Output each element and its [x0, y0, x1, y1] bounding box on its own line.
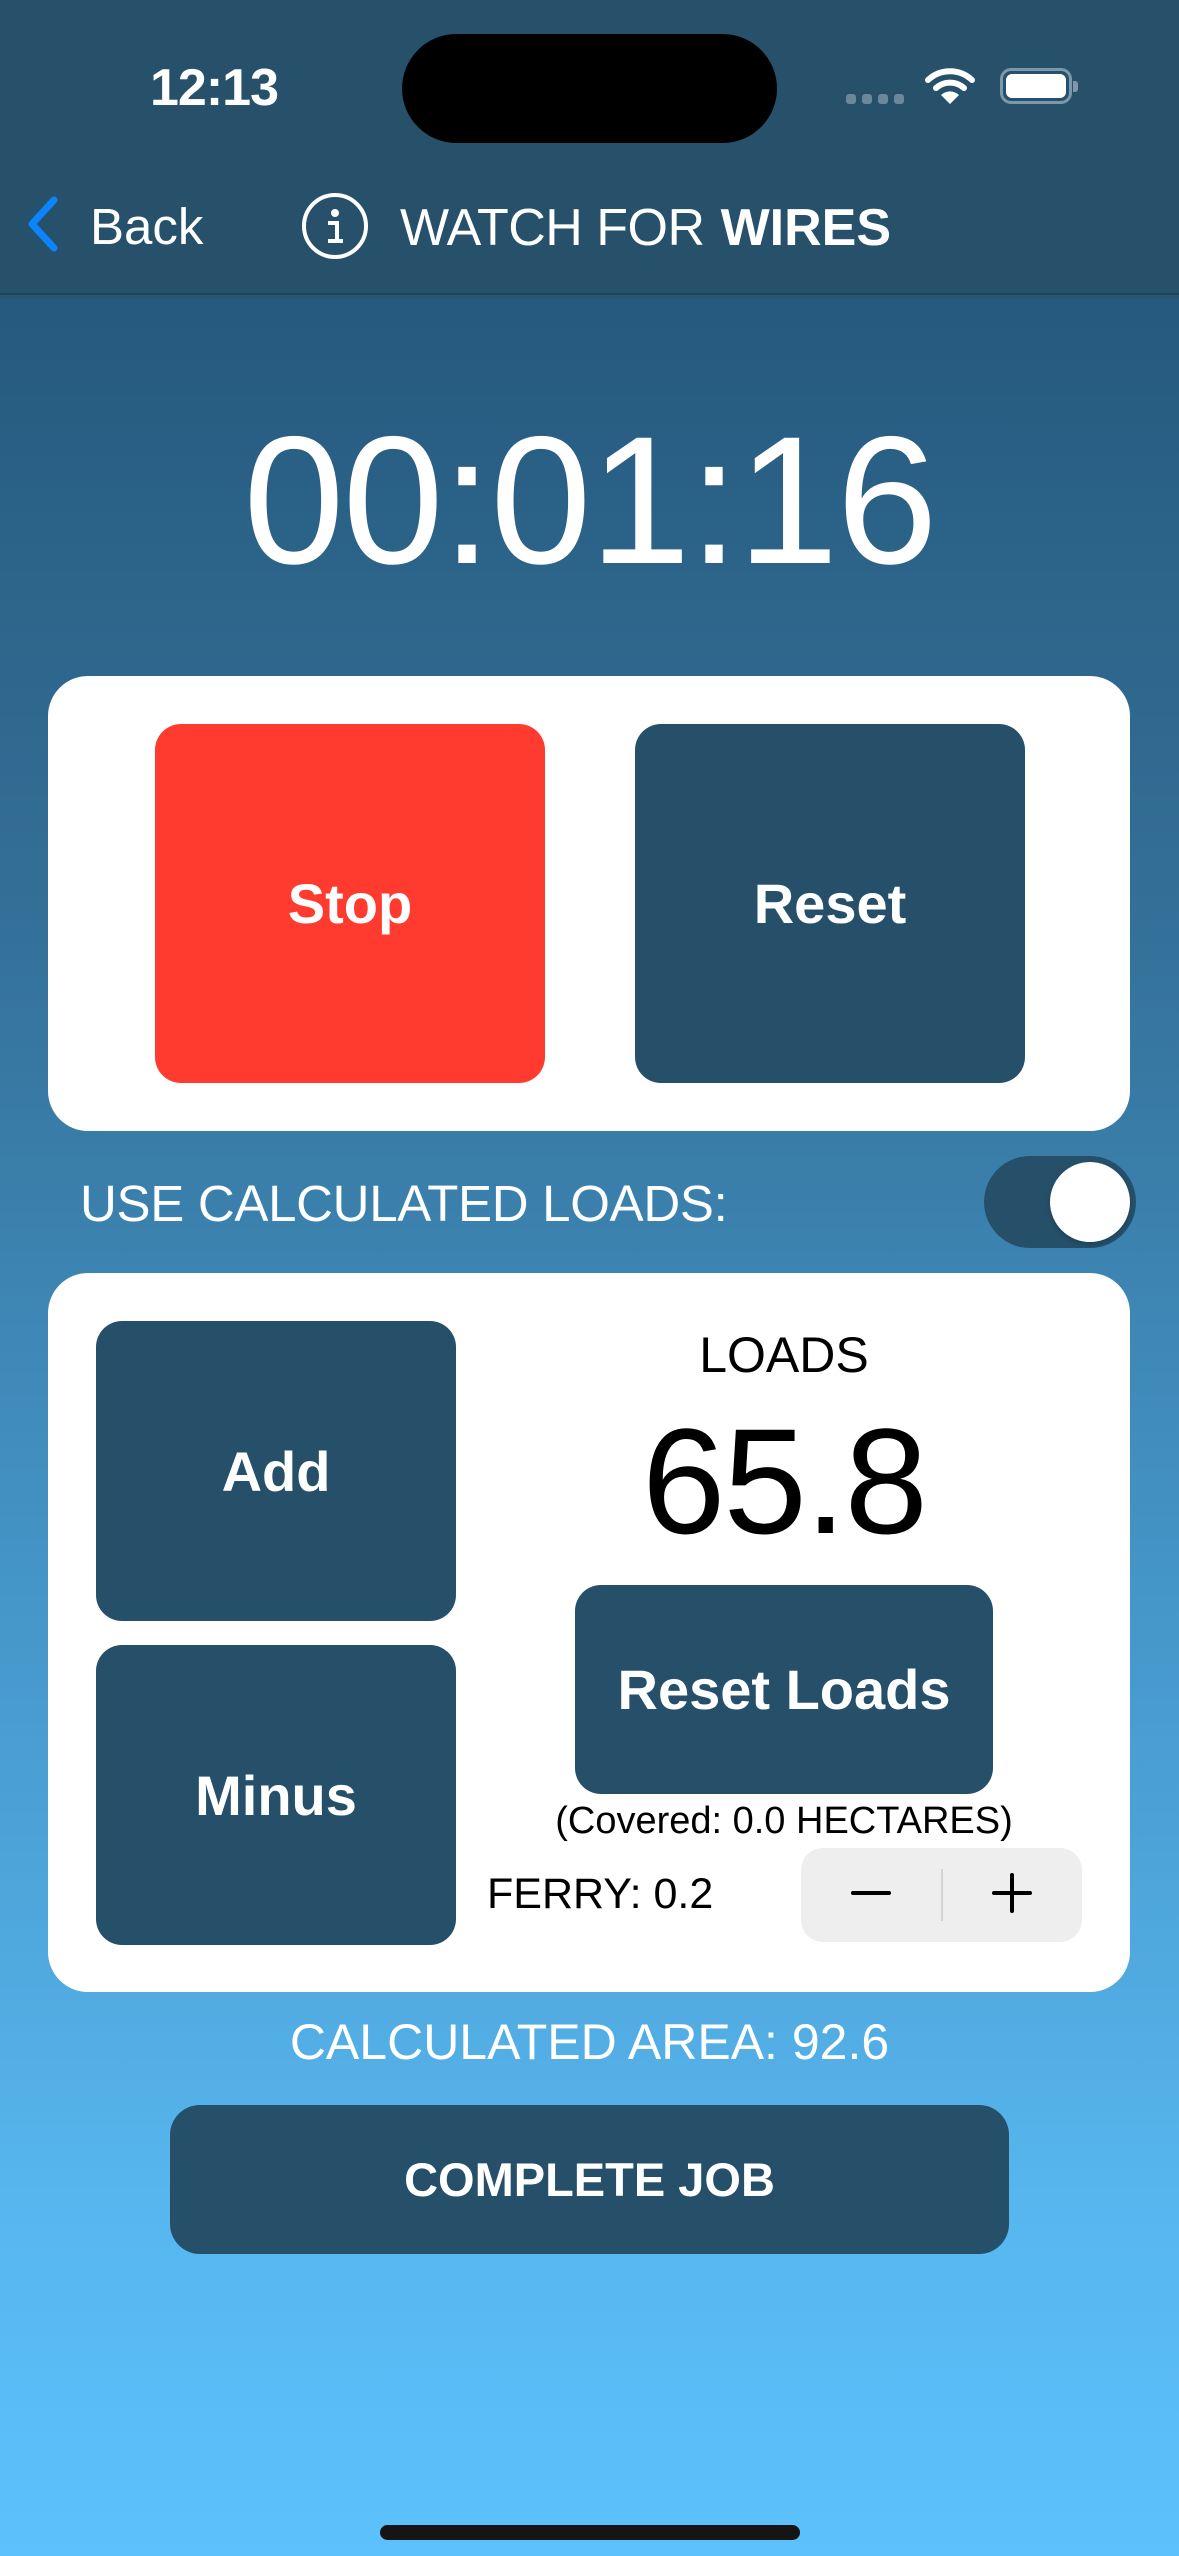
reset-loads-button[interactable]: Reset Loads [575, 1585, 993, 1794]
page-title: WATCH FOR WIRES [400, 198, 891, 258]
use-calculated-loads-label: USE CALCULATED LOADS: [80, 1175, 728, 1232]
calculated-area-text: CALCULATED AREA: 92.6 [289, 2014, 890, 2070]
chevron-left-icon [20, 194, 64, 259]
minus-load-button[interactable]: Minus [96, 1645, 456, 1945]
cellular-signal-icon [846, 94, 904, 104]
elapsed-timer: 00:01:16 [243, 398, 937, 602]
toggle-knob [1050, 1162, 1130, 1242]
loads-value: 65.8 [642, 1397, 928, 1565]
status-time: 12:13 [150, 59, 279, 117]
home-indicator[interactable] [380, 2525, 800, 2540]
complete-job-button[interactable]: COMPLETE JOB [170, 2105, 1009, 2254]
back-label: Back [90, 197, 204, 255]
battery-icon [1000, 68, 1078, 104]
ferry-increment-button[interactable] [943, 1848, 1083, 1942]
use-calculated-loads-toggle[interactable] [984, 1156, 1136, 1248]
title-prefix: WATCH FOR [400, 199, 705, 257]
ferry-stepper [801, 1848, 1082, 1942]
info-circle-icon[interactable] [300, 191, 370, 261]
title-emphasis: WIRES [720, 199, 892, 257]
back-button[interactable]: Back [20, 190, 203, 262]
wifi-icon [925, 66, 975, 106]
ferry-value: FERRY: 0.2 [487, 1870, 714, 1918]
ferry-decrement-button[interactable] [801, 1848, 941, 1942]
dynamic-island [402, 34, 777, 143]
stop-button[interactable]: Stop [155, 724, 545, 1083]
reset-timer-button[interactable]: Reset [635, 724, 1025, 1083]
covered-area-text: (Covered: 0.0 HECTARES) [555, 1800, 1013, 1842]
loads-heading: LOADS [699, 1327, 869, 1383]
minus-icon [849, 1871, 893, 1920]
add-load-button[interactable]: Add [96, 1321, 456, 1621]
plus-icon [990, 1871, 1034, 1920]
